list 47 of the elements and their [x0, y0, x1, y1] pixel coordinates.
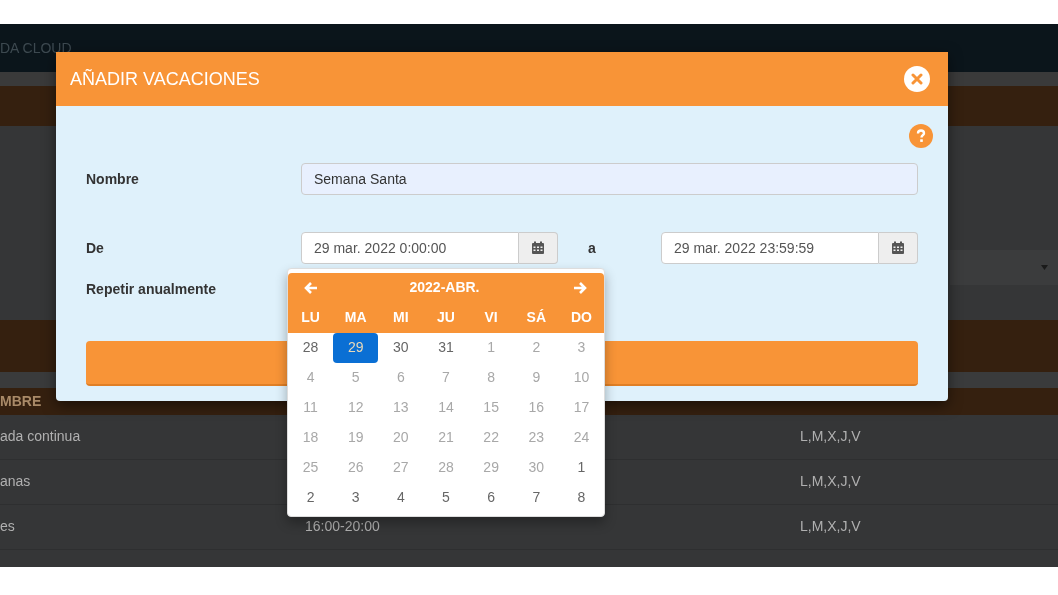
weekday-label: LU — [301, 308, 320, 328]
calendar-day[interactable]: 4 — [378, 482, 424, 512]
weekday-label: SÁ — [526, 308, 546, 328]
field-label: Repetir anualmente — [86, 279, 216, 299]
table-cell: anas — [0, 473, 31, 489]
calendar-day[interactable]: 29 — [333, 332, 379, 363]
arrow-left-icon — [304, 281, 318, 294]
close-button[interactable] — [904, 66, 930, 92]
calendar-button[interactable] — [879, 232, 918, 264]
weekday-label: JU — [437, 308, 455, 328]
calendar-day[interactable]: 3 — [333, 482, 379, 512]
calendar-icon — [531, 241, 545, 255]
calendar-day[interactable]: 2 — [288, 482, 334, 512]
calendar-button[interactable] — [519, 232, 558, 264]
calendar-icon — [891, 241, 905, 255]
calendar-day[interactable]: 1 — [558, 452, 604, 483]
calendar-day[interactable]: 6 — [468, 482, 514, 512]
calendar-day[interactable]: 28 — [288, 332, 334, 363]
table-cell: L,M,X,J,V — [800, 518, 861, 534]
close-icon — [911, 73, 923, 85]
date-field[interactable]: 29 mar. 2022 0:00:00 — [301, 232, 519, 264]
table-cell: ada continua — [0, 428, 81, 444]
field-label: De — [86, 238, 105, 258]
calendar-day[interactable]: 8 — [558, 482, 604, 512]
help-icon — [916, 129, 926, 143]
calendar-day[interactable]: 5 — [423, 482, 469, 512]
table-cell: es — [0, 518, 15, 534]
help-button[interactable] — [909, 124, 933, 148]
calendar-day[interactable]: 7 — [513, 482, 559, 512]
weekday-label: DO — [570, 308, 592, 328]
range-separator: a — [588, 240, 596, 256]
arrow-right-icon — [572, 281, 587, 294]
name-field[interactable]: Semana Santa — [301, 163, 918, 195]
weekday-label: VI — [484, 308, 498, 328]
table-cell: 16:00-20:00 — [305, 518, 380, 534]
select-field[interactable] — [950, 250, 1058, 285]
calendar-day[interactable]: 31 — [423, 332, 469, 363]
column-header: MBRE — [0, 392, 42, 411]
caret-icon — [1041, 265, 1048, 270]
date-field[interactable]: 29 mar. 2022 23:59:59 — [661, 232, 879, 264]
table-cell: L,M,X,J,V — [800, 473, 861, 489]
weekday-label: MI — [393, 308, 409, 328]
dialog-title: AÑADIR VACACIONES — [70, 67, 260, 91]
calendar-day[interactable]: 30 — [378, 332, 424, 363]
field-label: Nombre — [86, 169, 140, 189]
weekday-label: MA — [344, 308, 367, 328]
table-cell: L,M,X,J,V — [800, 428, 861, 444]
